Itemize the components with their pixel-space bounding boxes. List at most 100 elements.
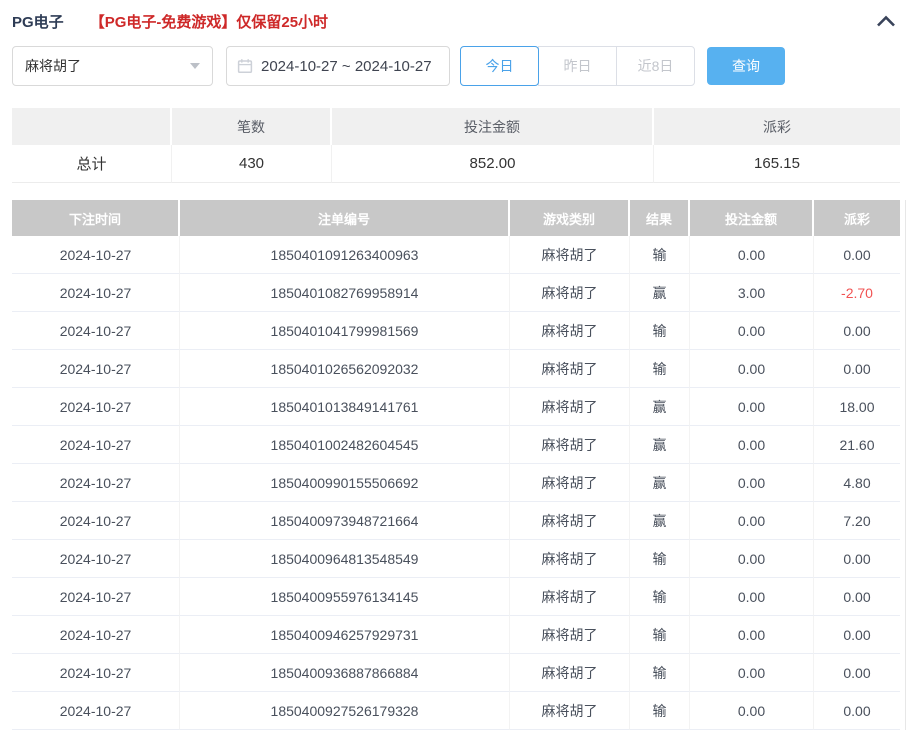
cell-bet-id: 1850400946257929731: [180, 616, 510, 654]
cell-bet-id: 1850401013849141761: [180, 388, 510, 426]
game-select-value: 麻将胡了: [25, 58, 81, 74]
records-body: 2024-10-27 1850401091263400963 麻将胡了 输 0.…: [12, 236, 900, 730]
summary-total-count: 430: [172, 145, 332, 183]
cell-bet-id: 1850400955976134145: [180, 578, 510, 616]
cell-game-type: 麻将胡了: [510, 388, 630, 426]
cell-payout: -2.70: [814, 274, 900, 312]
cell-bet-time: 2024-10-27: [12, 312, 180, 350]
cell-bet-amount: 0.00: [690, 502, 814, 540]
cell-bet-id: 1850401041799981569: [180, 312, 510, 350]
cell-bet-time: 2024-10-27: [12, 578, 180, 616]
cell-game-type: 麻将胡了: [510, 616, 630, 654]
cell-result: 赢: [630, 388, 690, 426]
quick-range-group: 今日 昨日 近8日: [460, 46, 695, 86]
cell-bet-time: 2024-10-27: [12, 274, 180, 312]
cell-bet-id: 1850401091263400963: [180, 236, 510, 274]
records-header-row: 下注时间 注单编号 游戏类别 结果 投注金额 派彩: [12, 200, 900, 236]
summary-header-row: 笔数 投注金额 派彩: [12, 108, 900, 145]
cell-game-type: 麻将胡了: [510, 350, 630, 388]
cell-bet-id: 1850400990155506692: [180, 464, 510, 502]
records-header-result: 结果: [630, 200, 690, 236]
table-row: 2024-10-27 1850400946257929731 麻将胡了 输 0.…: [12, 616, 900, 654]
summary-total-payout: 165.15: [654, 145, 900, 183]
cell-bet-amount: 0.00: [690, 426, 814, 464]
notice-text: 【PG电子-免费游戏】仅保留25小时: [89, 13, 329, 31]
game-select[interactable]: 麻将胡了: [12, 46, 213, 86]
cell-bet-time: 2024-10-27: [12, 464, 180, 502]
summary-table: 笔数 投注金额 派彩 总计 430 852.00 165.15: [12, 108, 900, 183]
date-range-input[interactable]: 2024-10-27 ~ 2024-10-27: [226, 46, 450, 86]
collapse-panel-button[interactable]: [874, 12, 898, 30]
today-button[interactable]: 今日: [460, 46, 539, 86]
table-row: 2024-10-27 1850400955976134145 麻将胡了 输 0.…: [12, 578, 900, 616]
date-range-value: 2024-10-27 ~ 2024-10-27: [261, 57, 432, 75]
table-row: 2024-10-27 1850400927526179328 麻将胡了 输 0.…: [12, 692, 900, 730]
cell-game-type: 麻将胡了: [510, 654, 630, 692]
cell-game-type: 麻将胡了: [510, 540, 630, 578]
table-row: 2024-10-27 1850400964813548549 麻将胡了 输 0.…: [12, 540, 900, 578]
filter-bar: 麻将胡了 2024-10-27 ~ 2024-10-27 今日 昨日 近8日 查…: [12, 46, 900, 86]
cell-game-type: 麻将胡了: [510, 312, 630, 350]
cell-game-type: 麻将胡了: [510, 426, 630, 464]
query-button[interactable]: 查询: [707, 47, 785, 85]
cell-result: 输: [630, 654, 690, 692]
cell-bet-id: 1850400936887866884: [180, 654, 510, 692]
cell-result: 赢: [630, 464, 690, 502]
cell-payout: 7.20: [814, 502, 900, 540]
table-row: 2024-10-27 1850400990155506692 麻将胡了 赢 0.…: [12, 464, 900, 502]
cell-result: 赢: [630, 274, 690, 312]
cell-result: 输: [630, 540, 690, 578]
cell-result: 输: [630, 578, 690, 616]
cell-bet-id: 1850401002482604545: [180, 426, 510, 464]
records-section: 下注时间 注单编号 游戏类别 结果 投注金额 派彩 2024-10-27 185…: [12, 200, 900, 730]
last-8-days-button[interactable]: 近8日: [616, 46, 695, 86]
cell-bet-time: 2024-10-27: [12, 654, 180, 692]
cell-payout: 0.00: [814, 578, 900, 616]
cell-bet-amount: 0.00: [690, 236, 814, 274]
cell-payout: 0.00: [814, 312, 900, 350]
cell-result: 赢: [630, 502, 690, 540]
summary-header-blank: [12, 108, 172, 145]
cell-game-type: 麻将胡了: [510, 502, 630, 540]
cell-bet-amount: 0.00: [690, 692, 814, 730]
summary-header-count: 笔数: [172, 108, 332, 145]
cell-bet-amount: 0.00: [690, 578, 814, 616]
cell-bet-time: 2024-10-27: [12, 426, 180, 464]
calendar-icon: [237, 59, 253, 74]
cell-game-type: 麻将胡了: [510, 464, 630, 502]
cell-payout: 0.00: [814, 350, 900, 388]
records-header-amount: 投注金额: [690, 200, 814, 236]
cell-game-type: 麻将胡了: [510, 692, 630, 730]
cell-bet-amount: 0.00: [690, 350, 814, 388]
summary-header-payout: 派彩: [654, 108, 900, 145]
cell-bet-time: 2024-10-27: [12, 236, 180, 274]
cell-bet-amount: 3.00: [690, 274, 814, 312]
cell-payout: 0.00: [814, 654, 900, 692]
summary-total-bet-amount: 852.00: [332, 145, 654, 183]
table-row: 2024-10-27 1850400936887866884 麻将胡了 输 0.…: [12, 654, 900, 692]
summary-header-bet-amount: 投注金额: [332, 108, 654, 145]
cell-bet-id: 1850400927526179328: [180, 692, 510, 730]
cell-bet-amount: 0.00: [690, 616, 814, 654]
summary-total-row: 总计 430 852.00 165.15: [12, 145, 900, 183]
cell-bet-time: 2024-10-27: [12, 540, 180, 578]
chevron-up-icon: [877, 15, 895, 27]
records-header-bet-id: 注单编号: [180, 200, 510, 236]
topbar: PG电子 【PG电子-免费游戏】仅保留25小时: [0, 0, 912, 32]
cell-bet-amount: 0.00: [690, 464, 814, 502]
cell-bet-time: 2024-10-27: [12, 388, 180, 426]
cell-bet-amount: 0.00: [690, 312, 814, 350]
cell-bet-amount: 0.00: [690, 654, 814, 692]
cell-payout: 18.00: [814, 388, 900, 426]
table-row: 2024-10-27 1850400973948721664 麻将胡了 赢 0.…: [12, 502, 900, 540]
cell-payout: 4.80: [814, 464, 900, 502]
cell-bet-amount: 0.00: [690, 388, 814, 426]
cell-bet-id: 1850401082769958914: [180, 274, 510, 312]
table-row: 2024-10-27 1850401002482604545 麻将胡了 赢 0.…: [12, 426, 900, 464]
cell-result: 输: [630, 312, 690, 350]
records-header-time: 下注时间: [12, 200, 180, 236]
table-row: 2024-10-27 1850401041799981569 麻将胡了 输 0.…: [12, 312, 900, 350]
records-header-payout: 派彩: [814, 200, 900, 236]
cell-bet-amount: 0.00: [690, 540, 814, 578]
yesterday-button[interactable]: 昨日: [538, 46, 617, 86]
